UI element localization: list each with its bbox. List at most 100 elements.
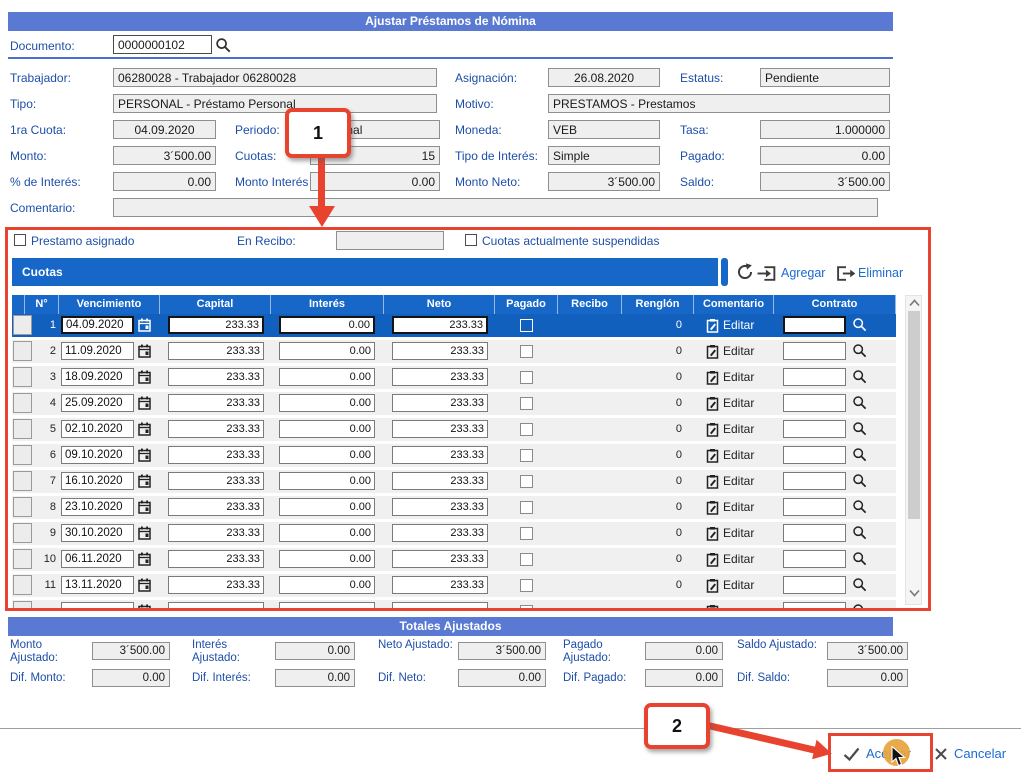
saldo-input[interactable]	[760, 172, 890, 191]
edit-icon[interactable]	[706, 526, 719, 541]
pagado-checkbox[interactable]	[520, 475, 533, 488]
capital-input[interactable]	[168, 420, 264, 438]
dif-interes-input[interactable]	[275, 669, 355, 687]
vencimiento-input[interactable]	[61, 550, 134, 568]
tasa-input[interactable]	[760, 120, 890, 139]
calendar-icon[interactable]	[138, 604, 151, 608]
neto-input[interactable]	[392, 394, 488, 412]
dif-monto-input[interactable]	[92, 669, 170, 687]
table-row[interactable]: 90Editar	[12, 522, 896, 545]
calendar-icon[interactable]	[138, 422, 151, 436]
search-icon[interactable]	[852, 343, 867, 358]
delete-row-icon[interactable]	[836, 265, 856, 282]
pct-interes-input[interactable]	[113, 172, 216, 191]
estatus-input[interactable]	[760, 68, 890, 87]
contrato-input[interactable]	[783, 446, 846, 464]
interes-input[interactable]	[279, 368, 375, 386]
monto-interes-input[interactable]	[310, 172, 440, 191]
contrato-input[interactable]	[783, 472, 846, 490]
dif-neto-input[interactable]	[458, 669, 546, 687]
capital-input[interactable]	[168, 394, 264, 412]
pagado-input[interactable]	[760, 146, 890, 165]
search-icon[interactable]	[852, 473, 867, 488]
eliminar-button[interactable]: Eliminar	[858, 266, 903, 280]
moneda-input[interactable]	[548, 120, 660, 139]
scroll-down-icon[interactable]	[909, 589, 920, 601]
monto-neto-input[interactable]	[548, 172, 660, 191]
scrollbar-thumb[interactable]	[908, 311, 920, 519]
interes-input[interactable]	[279, 524, 375, 542]
interes-input[interactable]	[279, 550, 375, 568]
editar-button[interactable]: Editar	[723, 470, 754, 493]
table-row[interactable]: 70Editar	[12, 470, 896, 493]
dif-saldo-input[interactable]	[827, 669, 908, 687]
edit-icon[interactable]	[706, 344, 719, 359]
primera-cuota-input[interactable]	[113, 120, 216, 139]
asignacion-input[interactable]	[548, 68, 660, 87]
interes-input[interactable]	[279, 602, 375, 608]
pagado-checkbox[interactable]	[520, 423, 533, 436]
table-row[interactable]: 100Editar	[12, 548, 896, 571]
capital-input[interactable]	[168, 472, 264, 490]
calendar-icon[interactable]	[138, 552, 151, 566]
neto-input[interactable]	[392, 316, 488, 334]
search-icon[interactable]	[852, 447, 867, 462]
table-row[interactable]: 10Editar	[12, 314, 896, 337]
search-icon[interactable]	[852, 603, 867, 608]
edit-icon[interactable]	[706, 500, 719, 515]
edit-icon[interactable]	[706, 552, 719, 567]
neto-input[interactable]	[392, 472, 488, 490]
calendar-icon[interactable]	[138, 344, 151, 358]
editar-button[interactable]: Editar	[723, 392, 754, 415]
interes-input[interactable]	[279, 498, 375, 516]
interes-input[interactable]	[279, 446, 375, 464]
vencimiento-input[interactable]	[61, 316, 134, 334]
add-row-icon[interactable]	[757, 265, 777, 282]
en-recibo-input[interactable]	[336, 231, 444, 250]
vencimiento-input[interactable]	[61, 602, 134, 608]
neto-input[interactable]	[392, 368, 488, 386]
calendar-icon[interactable]	[138, 318, 151, 332]
vencimiento-input[interactable]	[61, 524, 134, 542]
capital-input[interactable]	[168, 498, 264, 516]
neto-input[interactable]	[392, 524, 488, 542]
pagado-checkbox[interactable]	[520, 319, 533, 332]
vencimiento-input[interactable]	[61, 472, 134, 490]
edit-icon[interactable]	[706, 578, 719, 593]
search-icon[interactable]	[852, 369, 867, 384]
editar-button[interactable]: Editar	[723, 314, 754, 337]
vertical-scrollbar[interactable]	[905, 295, 922, 605]
search-icon[interactable]	[852, 577, 867, 592]
pagado-ajustado-input[interactable]	[645, 642, 723, 660]
interes-input[interactable]	[279, 576, 375, 594]
contrato-input[interactable]	[783, 498, 846, 516]
calendar-icon[interactable]	[138, 474, 151, 488]
neto-input[interactable]	[392, 446, 488, 464]
search-icon[interactable]	[852, 499, 867, 514]
calendar-icon[interactable]	[138, 578, 151, 592]
edit-icon[interactable]	[706, 474, 719, 489]
interes-input[interactable]	[279, 342, 375, 360]
contrato-input[interactable]	[783, 316, 846, 334]
row-selector[interactable]	[13, 601, 32, 608]
motivo-input[interactable]	[548, 94, 890, 113]
contrato-input[interactable]	[783, 602, 846, 608]
capital-input[interactable]	[168, 316, 264, 334]
edit-icon[interactable]	[706, 604, 719, 608]
editar-button[interactable]: Editar	[723, 522, 754, 545]
search-icon[interactable]	[852, 551, 867, 566]
vencimiento-input[interactable]	[61, 576, 134, 594]
edit-icon[interactable]	[706, 318, 719, 333]
vencimiento-input[interactable]	[61, 368, 134, 386]
pagado-checkbox[interactable]	[520, 449, 533, 462]
edit-icon[interactable]	[706, 396, 719, 411]
neto-input[interactable]	[392, 550, 488, 568]
tipo-input[interactable]	[113, 94, 437, 113]
calendar-icon[interactable]	[138, 370, 151, 384]
contrato-input[interactable]	[783, 550, 846, 568]
pagado-checkbox[interactable]	[520, 553, 533, 566]
calendar-icon[interactable]	[138, 448, 151, 462]
table-row[interactable]: 30Editar	[12, 366, 896, 389]
pagado-checkbox[interactable]	[520, 345, 533, 358]
editar-button[interactable]: Editar	[723, 496, 754, 519]
